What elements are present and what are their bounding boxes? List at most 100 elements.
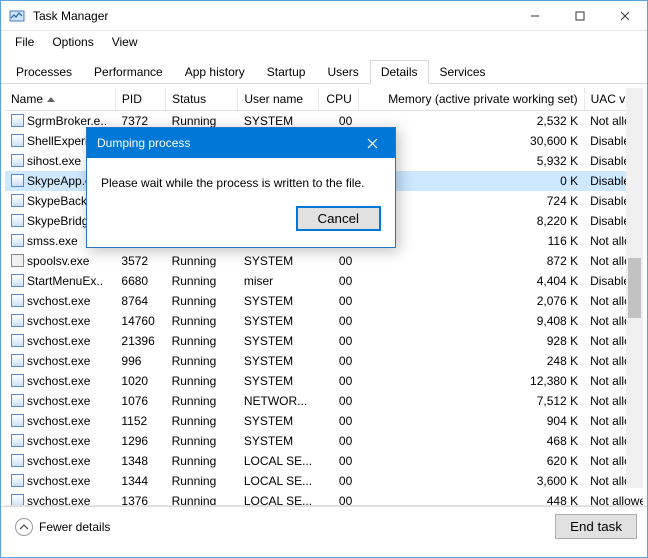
cell-mem: 2,076 K [358, 291, 584, 311]
cell-pid: 1344 [115, 471, 165, 491]
table-row[interactable]: svchost.exe14760RunningSYSTEM009,408 KNo… [5, 311, 643, 331]
col-header-user[interactable]: User name [238, 88, 318, 111]
cell-user: SYSTEM [238, 431, 318, 451]
fewer-details-toggle[interactable]: Fewer details [11, 516, 114, 538]
table-row[interactable]: svchost.exe996RunningSYSTEM00248 KNot al… [5, 351, 643, 371]
cell-cpu: 00 [318, 491, 358, 506]
window-controls [512, 1, 647, 30]
cell-pid: 14760 [115, 311, 165, 331]
cell-user: SYSTEM [238, 351, 318, 371]
process-name: svchost.exe [27, 494, 90, 506]
tab-users[interactable]: Users [316, 60, 369, 84]
cell-uac: Not allowed [584, 491, 643, 506]
process-name: svchost.exe [27, 414, 90, 428]
cell-cpu: 00 [318, 251, 358, 271]
cell-cpu: 00 [318, 371, 358, 391]
cell-status: Running [166, 271, 238, 291]
cell-status: Running [166, 391, 238, 411]
cell-user: SYSTEM [238, 331, 318, 351]
process-name: sihost.exe [27, 154, 81, 168]
col-header-name[interactable]: Name [5, 88, 115, 111]
tab-services[interactable]: Services [429, 60, 497, 84]
dialog-title: Dumping process [97, 136, 350, 150]
cell-mem: 448 K [358, 491, 584, 506]
dialog-titlebar[interactable]: Dumping process [87, 128, 395, 158]
cell-cpu: 00 [318, 431, 358, 451]
service-icon [11, 254, 24, 267]
window-titlebar: Task Manager [1, 1, 647, 31]
maximize-button[interactable] [557, 1, 602, 30]
table-row[interactable]: svchost.exe1376RunningLOCAL SE...00448 K… [5, 491, 643, 506]
close-button[interactable] [602, 1, 647, 30]
cell-cpu: 00 [318, 351, 358, 371]
tab-app-history[interactable]: App history [174, 60, 256, 84]
task-manager-icon [9, 8, 25, 24]
menu-view[interactable]: View [104, 33, 146, 51]
cell-mem: 3,600 K [358, 471, 584, 491]
process-name: svchost.exe [27, 354, 90, 368]
tab-startup[interactable]: Startup [256, 60, 317, 84]
cell-mem: 620 K [358, 451, 584, 471]
cell-user: SYSTEM [238, 291, 318, 311]
application-icon [11, 114, 24, 127]
table-row[interactable]: svchost.exe1152RunningSYSTEM00904 KNot a… [5, 411, 643, 431]
application-icon [11, 294, 24, 307]
dialog-close-button[interactable] [350, 128, 395, 158]
cell-pid: 3572 [115, 251, 165, 271]
cell-cpu: 00 [318, 471, 358, 491]
tab-details[interactable]: Details [370, 60, 429, 84]
cell-status: Running [166, 431, 238, 451]
col-header-status[interactable]: Status [166, 88, 238, 111]
process-name: StartMenuEx.. [27, 274, 103, 288]
application-icon [11, 134, 24, 147]
table-row[interactable]: svchost.exe1344RunningLOCAL SE...003,600… [5, 471, 643, 491]
vertical-scrollbar[interactable] [626, 88, 643, 488]
cell-cpu: 00 [318, 271, 358, 291]
application-icon [11, 154, 24, 167]
application-icon [11, 234, 24, 247]
menu-file[interactable]: File [7, 33, 42, 51]
cell-user: SYSTEM [238, 311, 318, 331]
process-name: svchost.exe [27, 334, 90, 348]
window-title: Task Manager [33, 9, 512, 23]
col-header-cpu[interactable]: CPU [318, 88, 358, 111]
table-row[interactable]: svchost.exe1296RunningSYSTEM00468 KNot a… [5, 431, 643, 451]
col-header-mem[interactable]: Memory (active private working set) [358, 88, 584, 111]
table-row[interactable]: spoolsv.exe3572RunningSYSTEM00872 KNot a… [5, 251, 643, 271]
cell-status: Running [166, 471, 238, 491]
menu-bar: File Options View [1, 31, 647, 53]
table-row[interactable]: svchost.exe21396RunningSYSTEM00928 KNot … [5, 331, 643, 351]
cell-user: LOCAL SE... [238, 451, 318, 471]
table-row[interactable]: svchost.exe1020RunningSYSTEM0012,380 KNo… [5, 371, 643, 391]
application-icon [11, 374, 24, 387]
dumping-process-dialog: Dumping process Please wait while the pr… [86, 127, 396, 248]
table-row[interactable]: StartMenuEx..6680Runningmiser004,404 KDi… [5, 271, 643, 291]
cell-user: SYSTEM [238, 411, 318, 431]
application-icon [11, 454, 24, 467]
menu-options[interactable]: Options [44, 33, 101, 51]
cell-status: Running [166, 251, 238, 271]
application-icon [11, 434, 24, 447]
cell-status: Running [166, 291, 238, 311]
scrollbar-thumb[interactable] [628, 258, 641, 318]
cell-cpu: 00 [318, 411, 358, 431]
tab-performance[interactable]: Performance [83, 60, 174, 84]
col-header-pid[interactable]: PID [115, 88, 165, 111]
process-name: SgrmBroker.e.. [27, 114, 107, 128]
process-name: smss.exe [27, 234, 78, 248]
end-task-button[interactable]: End task [555, 514, 637, 539]
cell-pid: 1076 [115, 391, 165, 411]
dialog-message: Please wait while the process is written… [87, 158, 395, 200]
application-icon [11, 194, 24, 207]
table-row[interactable]: svchost.exe8764RunningSYSTEM002,076 KNot… [5, 291, 643, 311]
minimize-button[interactable] [512, 1, 557, 30]
dialog-cancel-button[interactable]: Cancel [296, 206, 382, 231]
application-icon [11, 174, 24, 187]
tab-strip: ProcessesPerformanceApp historyStartupUs… [1, 59, 647, 84]
table-row[interactable]: svchost.exe1348RunningLOCAL SE...00620 K… [5, 451, 643, 471]
tab-processes[interactable]: Processes [5, 60, 83, 84]
cell-cpu: 00 [318, 311, 358, 331]
cell-status: Running [166, 371, 238, 391]
cell-pid: 8764 [115, 291, 165, 311]
table-row[interactable]: svchost.exe1076RunningNETWOR...007,512 K… [5, 391, 643, 411]
